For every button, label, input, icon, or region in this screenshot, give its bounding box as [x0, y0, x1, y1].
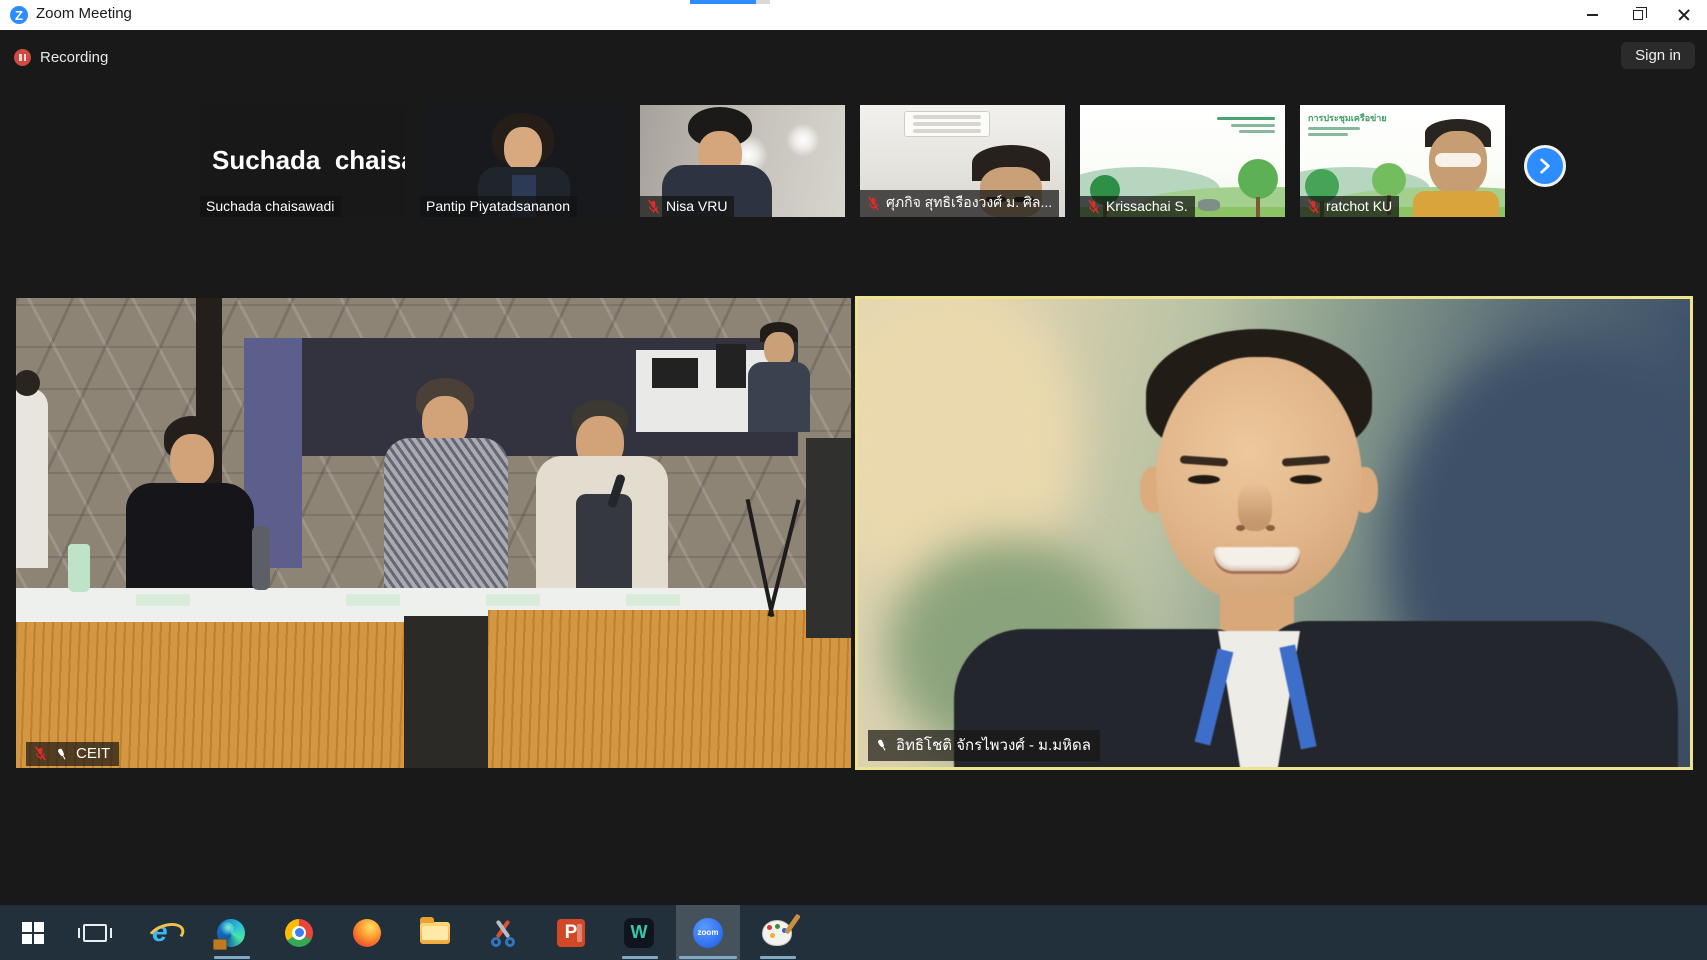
tile-name: อิทธิโชติ จักรไพวงศ์ - ม.มหิดล: [896, 733, 1091, 757]
file-explorer-icon: [420, 922, 450, 944]
participant-name: Nisa VRU: [666, 198, 727, 214]
chevron-right-icon: [1536, 157, 1554, 175]
participant-name: ratchot KU: [1326, 198, 1392, 214]
pin-icon: [55, 747, 69, 761]
participant-thumb-krissachai[interactable]: Krissachai S.: [1080, 105, 1285, 217]
restore-button[interactable]: [1615, 0, 1661, 30]
task-view-icon: [83, 924, 107, 942]
muted-mic-icon: [1306, 199, 1321, 214]
webex-button[interactable]: W: [608, 905, 670, 960]
powerpoint-icon: P: [557, 919, 585, 947]
muted-mic-icon: [1086, 199, 1101, 214]
participant-name: Krissachai S.: [1106, 198, 1188, 214]
windows-logo-icon: [22, 922, 44, 944]
zoom-app-icon: Z: [10, 6, 28, 24]
sign-in-button[interactable]: Sign in: [1621, 42, 1695, 69]
file-explorer-button[interactable]: [404, 905, 466, 960]
briefcase-overlay-icon: [213, 939, 227, 950]
participant-thumb-suchada[interactable]: Suchada chaisa... Suchada chaisawadi: [200, 105, 405, 217]
chrome-button[interactable]: [268, 905, 330, 960]
internet-explorer-icon: e: [148, 918, 178, 948]
recording-indicator[interactable]: Recording: [14, 44, 108, 70]
snipping-tool-icon: [489, 919, 517, 947]
participant-name: Pantip Piyatadsananon: [426, 198, 570, 214]
internet-explorer-button[interactable]: e: [132, 905, 194, 960]
slide-title: การประชุมเครือข่าย: [1308, 111, 1387, 125]
chrome-icon: [285, 919, 313, 947]
video-tile-ceit[interactable]: CEIT: [16, 298, 851, 768]
zoom-meeting-window: Z Zoom Meeting Recording Sign in Suchada…: [0, 0, 1707, 960]
recording-label: Recording: [40, 49, 108, 66]
start-button[interactable]: [2, 905, 64, 960]
next-page-button[interactable]: [1524, 145, 1566, 187]
paint-icon: [762, 920, 792, 946]
task-view-button[interactable]: [64, 905, 126, 960]
edge-button[interactable]: [200, 905, 262, 960]
snipping-tool-button[interactable]: [472, 905, 534, 960]
elephant-figure: [1198, 199, 1220, 211]
participant-thumb-supakij[interactable]: ศุภกิจ สุทธิเรืองวงศ์ ม. ศิล...: [860, 105, 1065, 217]
recording-pause-icon[interactable]: [14, 49, 31, 66]
window-title: Zoom Meeting: [36, 5, 132, 22]
powerpoint-button[interactable]: P: [540, 905, 602, 960]
participant-thumb-ratchot[interactable]: การประชุมเครือข่าย ra: [1300, 105, 1505, 217]
video-tile-active-speaker[interactable]: อิทธิโชติ จักรไพวงศ์ - ม.มหิดล: [855, 296, 1693, 770]
firefox-icon: [353, 919, 381, 947]
edge-icon: [217, 919, 245, 947]
pin-icon: [875, 738, 889, 752]
toolbar-peek-accent[interactable]: [690, 0, 756, 4]
zoom-app-button[interactable]: zoom: [677, 905, 739, 960]
zoom-taskbar-icon: zoom: [693, 918, 723, 948]
muted-mic-icon: [33, 746, 48, 761]
participant-name: ศุภกิจ สุทธิเรืองวงศ์ ม. ศิล...: [886, 192, 1052, 214]
windows-taskbar: e P W zoom: [0, 905, 1707, 960]
close-button[interactable]: [1661, 0, 1707, 30]
paint-button[interactable]: [746, 905, 808, 960]
title-bar: Z Zoom Meeting: [0, 0, 1707, 30]
participant-thumb-pantip[interactable]: Pantip Piyatadsananon: [420, 105, 625, 217]
webex-icon: W: [624, 918, 654, 948]
firefox-button[interactable]: [336, 905, 398, 960]
minimize-button[interactable]: [1569, 0, 1615, 30]
tile-name: CEIT: [76, 745, 110, 762]
toolbar-peek[interactable]: [756, 0, 770, 4]
participant-initial-text: Suchada chaisa...: [212, 145, 405, 176]
participant-name: Suchada chaisawadi: [206, 198, 334, 214]
muted-mic-icon: [646, 199, 661, 214]
participant-thumb-nisa[interactable]: Nisa VRU: [640, 105, 845, 217]
muted-mic-icon: [866, 196, 881, 211]
